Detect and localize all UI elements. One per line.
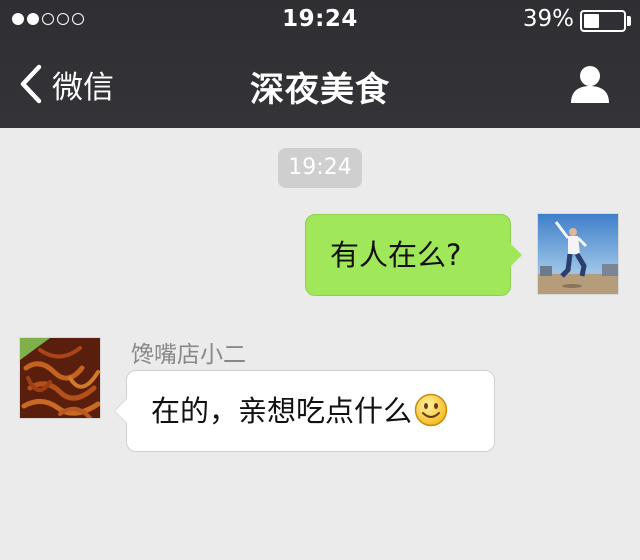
- battery-percentage: 39%: [522, 6, 574, 32]
- battery-cap: [627, 16, 631, 26]
- food-photo: [20, 338, 100, 418]
- chat-title: 深夜美食: [250, 70, 390, 110]
- message-text: 在的，亲想吃点什么: [151, 394, 413, 428]
- bubble-tail: [115, 399, 127, 423]
- header: 19:24 39% 微信 深夜美食: [0, 0, 640, 128]
- status-bar: 19:24 39%: [0, 0, 640, 40]
- incoming-message-bubble[interactable]: 在的，亲想吃点什么: [114, 370, 495, 452]
- message-text: 有人在么?: [330, 238, 462, 272]
- battery-icon: [580, 10, 626, 32]
- smiley-icon: [414, 393, 448, 427]
- sender-name: 馋嘴店小二: [131, 342, 246, 368]
- outgoing-message-bubble[interactable]: 有人在么?: [305, 214, 522, 296]
- shop-avatar[interactable]: [19, 337, 101, 419]
- bubble-tail: [510, 243, 522, 267]
- my-avatar[interactable]: [537, 213, 619, 295]
- nav-bar: 微信 深夜美食: [0, 40, 640, 128]
- user-photo: [538, 214, 618, 294]
- message-timestamp: 19:24: [278, 148, 362, 188]
- person-icon[interactable]: [570, 64, 610, 104]
- battery-level-fill: [584, 14, 599, 28]
